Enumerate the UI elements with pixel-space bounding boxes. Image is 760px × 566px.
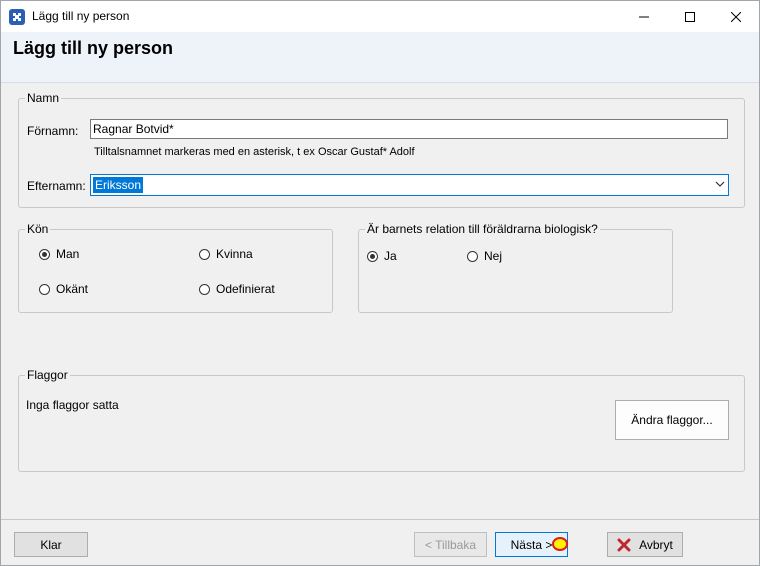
- gender-option-label: Man: [56, 247, 80, 261]
- gender-option-label: Kvinna: [216, 247, 253, 261]
- gender-radio-odefinierat[interactable]: Odefinierat: [199, 282, 275, 296]
- radio-dot: [39, 248, 50, 260]
- gender-group-legend: Kön: [25, 222, 51, 236]
- window-title: Lägg till ny person: [32, 9, 130, 23]
- dialog-content: Namn Förnamn: Ragnar Botvid* Tilltalsnam…: [1, 83, 759, 519]
- gender-group: Kön Man Kvinna Okänt Odefinierat: [18, 222, 333, 313]
- last-name-combobox[interactable]: Eriksson: [90, 174, 729, 196]
- page-title: Lägg till ny person: [13, 38, 174, 58]
- flags-group: Flaggor Inga flaggor satta Ändra flaggor…: [18, 368, 745, 472]
- radio-dot: [39, 283, 50, 295]
- relation-radio-nej[interactable]: Nej: [467, 249, 502, 263]
- radio-dot: [367, 250, 378, 262]
- dialog-header: Lägg till ny person: [1, 32, 759, 83]
- name-group-legend: Namn: [25, 91, 62, 105]
- change-flags-button[interactable]: Ändra flaggor...: [615, 400, 729, 440]
- gender-radio-kvinna[interactable]: Kvinna: [199, 247, 253, 261]
- last-name-value: Eriksson: [93, 177, 144, 193]
- maximize-button[interactable]: [667, 1, 713, 32]
- radio-dot: [199, 283, 210, 295]
- minimize-icon: [639, 16, 649, 17]
- flags-status: Inga flaggor satta: [26, 398, 119, 412]
- close-icon: [731, 11, 741, 22]
- flags-group-legend: Flaggor: [25, 368, 70, 382]
- relation-group: Är barnets relation till föräldrarna bio…: [358, 222, 673, 313]
- maximize-icon: [685, 11, 695, 22]
- cancel-button-label: Avbryt: [639, 537, 673, 552]
- first-name-hint: Tilltalsnamnet markeras med en asterisk,…: [94, 146, 415, 158]
- cancel-button[interactable]: Avbryt: [607, 532, 683, 557]
- minimize-button[interactable]: [621, 1, 667, 32]
- dialog-window: Lägg till ny person Lägg till ny person …: [0, 0, 760, 566]
- footer-divider: [1, 519, 759, 520]
- last-name-label: Efternamn:: [27, 179, 86, 193]
- radio-dot: [467, 250, 478, 262]
- gender-option-label: Odefinierat: [216, 282, 275, 296]
- gender-radio-man[interactable]: Man: [39, 247, 79, 261]
- first-name-input[interactable]: Ragnar Botvid*: [90, 119, 728, 139]
- first-name-label: Förnamn:: [27, 124, 79, 138]
- gender-radio-okant[interactable]: Okänt: [39, 282, 88, 296]
- gender-option-label: Okänt: [56, 282, 89, 296]
- relation-radio-ja[interactable]: Ja: [367, 249, 397, 263]
- back-button[interactable]: < Tillbaka: [414, 532, 487, 557]
- name-group: Namn Förnamn: Ragnar Botvid* Tilltalsnam…: [18, 91, 745, 208]
- chevron-down-icon[interactable]: [715, 179, 725, 189]
- relation-option-label: Nej: [484, 249, 503, 263]
- clear-button[interactable]: Klar: [14, 532, 88, 557]
- relation-option-label: Ja: [384, 249, 397, 263]
- cursor-highlight-icon: [552, 537, 568, 551]
- next-button-label: Nästa >: [510, 537, 553, 552]
- close-button[interactable]: [713, 1, 759, 32]
- radio-dot: [199, 248, 210, 260]
- title-bar[interactable]: Lägg till ny person: [1, 1, 759, 32]
- relation-group-legend: Är barnets relation till föräldrarna bio…: [365, 222, 600, 236]
- app-icon: [9, 9, 25, 25]
- cancel-x-icon: [617, 538, 631, 551]
